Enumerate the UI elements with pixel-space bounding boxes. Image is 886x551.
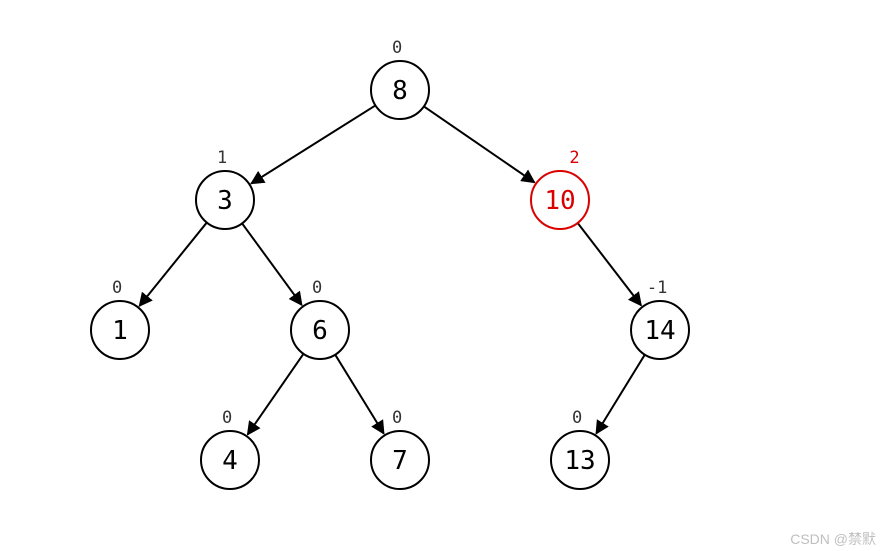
tree-node-13: 13 0 bbox=[551, 408, 609, 489]
node-value: 6 bbox=[312, 316, 328, 346]
tree-edge bbox=[578, 223, 641, 305]
tree-edge bbox=[139, 223, 206, 306]
node-value: 4 bbox=[222, 446, 238, 476]
tree-node-6: 60 bbox=[291, 278, 349, 359]
tree-node-4: 40 bbox=[201, 408, 259, 489]
balance-label: 0 bbox=[312, 278, 322, 298]
node-value: 7 bbox=[392, 446, 408, 476]
tree-edge bbox=[596, 355, 645, 434]
balance-label: 0 bbox=[392, 408, 402, 428]
tree-edge bbox=[251, 105, 375, 183]
tree-node-1: 10 bbox=[91, 278, 149, 359]
node-value: 8 bbox=[392, 76, 408, 106]
node-value: 1 bbox=[112, 316, 128, 346]
tree-edge bbox=[335, 355, 384, 434]
tree-node-3: 31 bbox=[196, 148, 254, 229]
tree-node-8: 80 bbox=[371, 38, 429, 119]
tree-edge bbox=[242, 223, 302, 305]
node-value: 10 bbox=[544, 186, 575, 216]
watermark-text: CSDN @禁默 bbox=[790, 531, 876, 547]
balance-label: 0 bbox=[112, 278, 122, 298]
node-value: 3 bbox=[217, 186, 233, 216]
node-value: 14 bbox=[644, 316, 675, 346]
tree-node-7: 70 bbox=[371, 408, 429, 489]
tree-edge bbox=[424, 106, 535, 182]
balance-label: -1 bbox=[647, 278, 667, 298]
node-value: 13 bbox=[564, 446, 595, 476]
tree-diagram: 8031102106014-14070130 CSDN @禁默 bbox=[0, 0, 886, 551]
balance-label: 0 bbox=[392, 38, 402, 58]
tree-node-10: 10 2 bbox=[531, 148, 589, 229]
balance-label: 0 bbox=[572, 408, 582, 428]
balance-label: 0 bbox=[222, 408, 232, 428]
balance-label: 1 bbox=[217, 148, 227, 168]
tree-edge bbox=[248, 354, 304, 435]
tree-node-14: 14 -1 bbox=[631, 278, 689, 359]
nodes-layer: 8031102106014-14070130 bbox=[91, 38, 689, 489]
balance-label: 2 bbox=[569, 148, 579, 168]
